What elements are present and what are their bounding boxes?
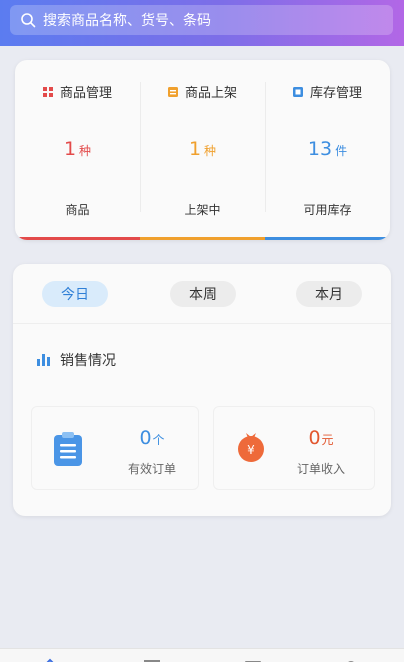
nav-profile-icon[interactable] (343, 653, 359, 662)
order-revenue-value: 0元 (308, 427, 334, 449)
inventory-count: 13 件 (307, 138, 348, 160)
valid-orders-value: 0个 (139, 427, 165, 449)
inventory-title: 库存管理 (265, 82, 390, 101)
period-tabs: 今日 本周 本月 (13, 264, 391, 324)
on-shelf-title: 商品上架 (140, 82, 265, 101)
search-placeholder: 搜索商品名称、货号、条码 (43, 13, 211, 29)
sales-card: 今日 本周 本月 销售情况 0个 有效订单 ¥ 0元 订单收入 (13, 264, 391, 516)
valid-orders-label: 有效订单 (127, 462, 176, 476)
inventory-icon (292, 86, 303, 97)
product-count: 1种 (63, 138, 92, 160)
nav-orders-icon[interactable] (243, 653, 263, 662)
bottom-nav (0, 648, 404, 662)
on-shelf-label: 上架中 (184, 203, 221, 217)
on-shelf-count: 1种 (188, 138, 217, 160)
tab-this-month[interactable]: 本月 (296, 281, 362, 307)
shelf-icon (167, 86, 178, 97)
on-shelf-color-bar (140, 237, 265, 240)
nav-products-icon[interactable] (142, 653, 162, 662)
svg-text:¥: ¥ (247, 443, 255, 457)
valid-orders-box[interactable]: 0个 有效订单 (31, 406, 199, 490)
nav-home-icon[interactable] (40, 653, 60, 662)
product-management-title: 商品管理 (15, 82, 140, 101)
on-shelf-column[interactable]: 商品上架 1种 上架中 (140, 60, 265, 240)
search-bar[interactable]: 搜索商品名称、货号、条码 (10, 5, 393, 35)
search-icon (21, 13, 36, 28)
product-management-column[interactable]: 商品管理 1种 商品 (15, 60, 140, 240)
sales-section-title: 销售情况 (37, 350, 116, 370)
app-header: 搜索商品名称、货号、条码 (0, 0, 404, 46)
grid-icon (42, 86, 53, 97)
order-clipboard-icon (54, 432, 82, 466)
inventory-label: 可用库存 (303, 203, 352, 217)
order-revenue-box[interactable]: ¥ 0元 订单收入 (213, 406, 375, 490)
overview-card: 商品管理 1种 商品 商品上架 1种 上架中 库存管理 13 件 可用库存 (15, 60, 390, 240)
tab-today[interactable]: 今日 (42, 281, 108, 307)
tab-this-week[interactable]: 本周 (170, 281, 236, 307)
inventory-column[interactable]: 库存管理 13 件 可用库存 (265, 60, 390, 240)
money-bag-icon: ¥ (238, 433, 264, 462)
inventory-color-bar (265, 237, 390, 240)
bar-chart-icon (37, 354, 52, 366)
product-label: 商品 (65, 203, 90, 217)
order-revenue-label: 订单收入 (296, 462, 345, 476)
product-color-bar (15, 237, 140, 240)
